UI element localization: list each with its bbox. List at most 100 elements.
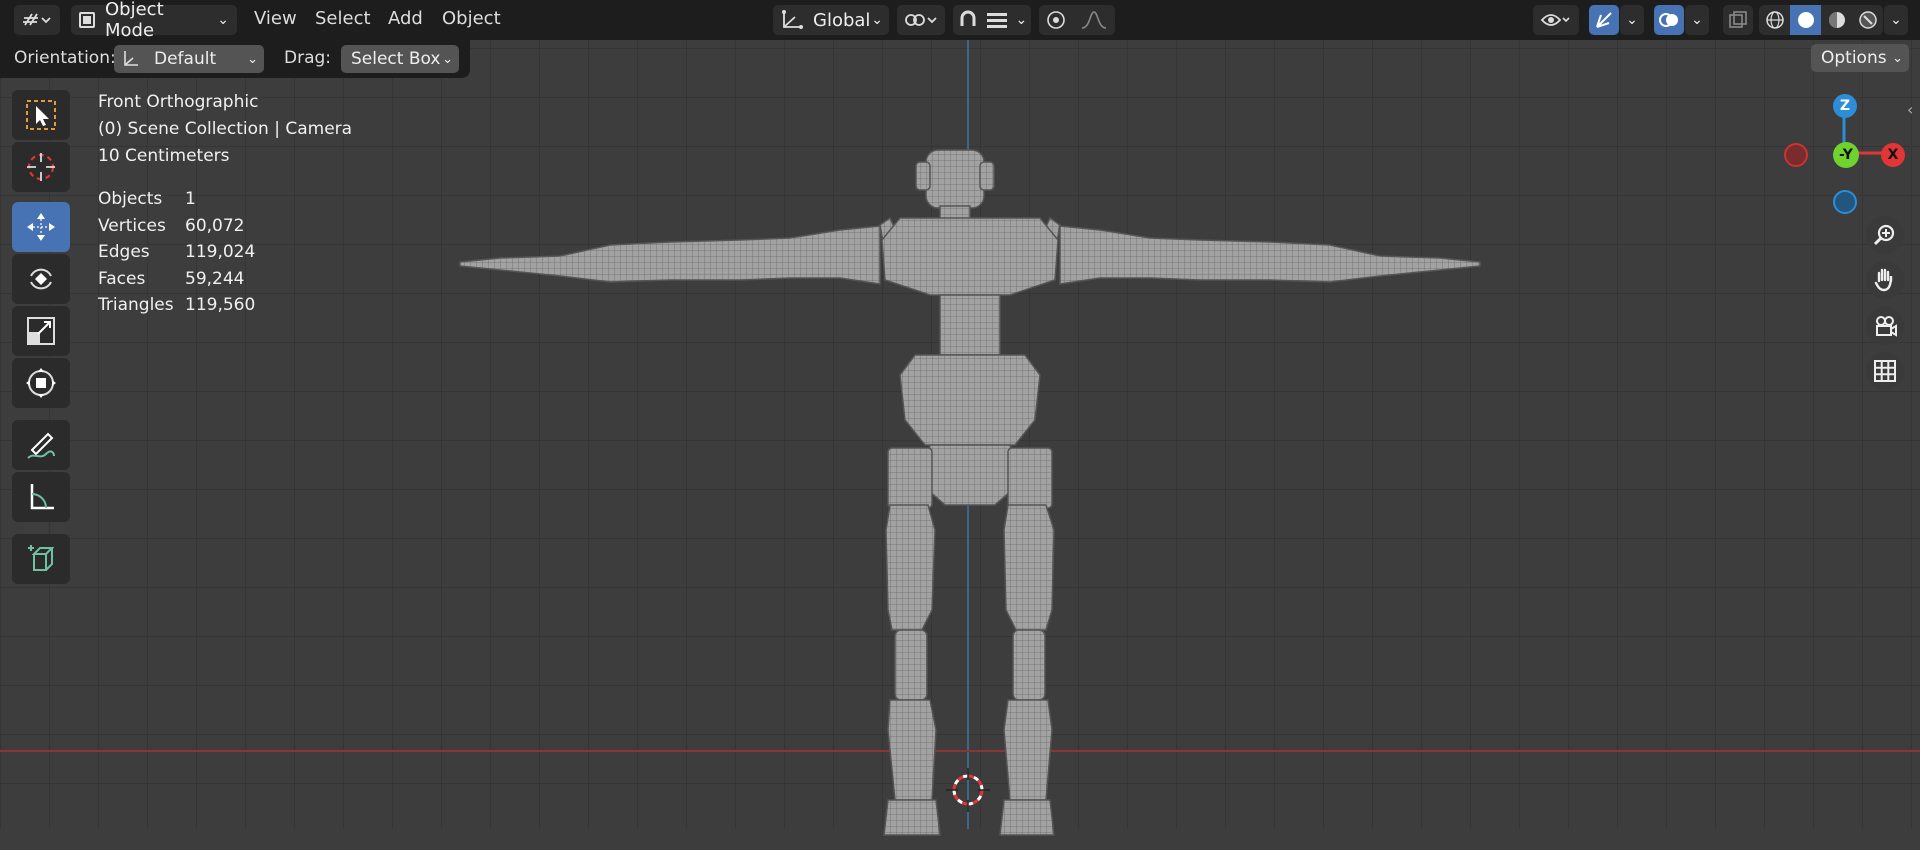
add-cube-icon bbox=[24, 542, 58, 576]
chevron-down-icon: ⌄ bbox=[442, 51, 453, 67]
grid-scale: 10 Centimeters bbox=[98, 146, 230, 166]
chevron-down-icon: ⌄ bbox=[1892, 50, 1903, 66]
tool-rotate[interactable] bbox=[12, 254, 70, 304]
gizmo-icon bbox=[1593, 9, 1615, 31]
wireframe-shading-icon[interactable] bbox=[1759, 10, 1790, 30]
overlays-toggle[interactable] bbox=[1654, 5, 1684, 35]
gizmo-neg-y-axis[interactable]: -Y bbox=[1833, 142, 1859, 168]
object-mode-icon bbox=[79, 12, 95, 28]
pivot-point-dropdown[interactable] bbox=[897, 5, 945, 35]
measure-icon bbox=[24, 480, 58, 514]
solid-shading-icon[interactable] bbox=[1790, 5, 1821, 35]
stat-label: Faces bbox=[98, 269, 146, 289]
snap-dropdown[interactable]: ⌄ bbox=[953, 5, 1031, 35]
sidebar-toggle-icon[interactable]: ‹ bbox=[1907, 100, 1913, 119]
camera-view-button[interactable] bbox=[1866, 307, 1904, 345]
drag-dropdown[interactable]: Select Box ⌄ bbox=[341, 45, 459, 73]
hand-icon bbox=[1872, 267, 1898, 293]
tool-options-bar: Orientation: Default ⌄ Drag: Select Box … bbox=[0, 40, 470, 78]
grid-icon bbox=[1872, 358, 1898, 384]
menu-view[interactable]: View bbox=[254, 8, 297, 29]
zoom-button[interactable] bbox=[1866, 216, 1904, 254]
robot-model[interactable] bbox=[440, 100, 1500, 850]
mode-label: Object Mode bbox=[105, 0, 164, 41]
gizmo-neg-x-axis[interactable] bbox=[1784, 143, 1808, 167]
proportional-dot-icon bbox=[1046, 10, 1066, 30]
rendered-shading-icon[interactable] bbox=[1852, 10, 1883, 30]
falloff-curve-icon bbox=[1080, 10, 1108, 30]
chevron-down-icon: ⌄ bbox=[871, 12, 883, 28]
gizmo-z-axis[interactable]: Z bbox=[1833, 94, 1857, 118]
material-shading-icon[interactable] bbox=[1821, 10, 1852, 30]
tool-cursor[interactable] bbox=[12, 142, 70, 192]
orientation-value: Default bbox=[154, 49, 217, 69]
drag-label: Drag: bbox=[284, 48, 332, 68]
rotate-icon bbox=[24, 262, 58, 296]
magnet-icon bbox=[957, 9, 979, 31]
stat-label: Edges bbox=[98, 242, 150, 262]
scale-icon bbox=[24, 314, 58, 348]
viewport-3d[interactable] bbox=[0, 40, 1920, 836]
menu-add[interactable]: Add bbox=[388, 8, 423, 29]
menu-select[interactable]: Select bbox=[315, 8, 371, 29]
orientation-default-icon bbox=[120, 49, 142, 69]
xray-toggle[interactable] bbox=[1723, 5, 1753, 35]
stat-value: 119,560 bbox=[185, 295, 256, 315]
orientation-dropdown[interactable]: Default ⌄ bbox=[114, 45, 264, 73]
editor-type-icon bbox=[22, 10, 52, 30]
tool-scale[interactable] bbox=[12, 306, 70, 356]
snap-increment-icon bbox=[986, 10, 1008, 30]
gizmo-toggle[interactable] bbox=[1589, 5, 1619, 35]
overlays-icon bbox=[1658, 9, 1680, 31]
editor-type-button[interactable] bbox=[14, 5, 60, 35]
stat-value: 1 bbox=[185, 189, 196, 209]
tool-add-cube[interactable] bbox=[12, 534, 70, 584]
mode-dropdown[interactable]: Object Mode ⌄ bbox=[71, 0, 237, 41]
chevron-down-icon: ⌄ bbox=[1626, 12, 1638, 28]
visibility-dropdown[interactable] bbox=[1533, 5, 1579, 35]
shading-dropdown[interactable]: ⌄ bbox=[1884, 5, 1908, 35]
tool-measure[interactable] bbox=[12, 472, 70, 522]
zoom-icon bbox=[1872, 222, 1898, 248]
move-icon bbox=[24, 210, 58, 244]
tool-transform[interactable] bbox=[12, 358, 70, 408]
chevron-down-icon: ⌄ bbox=[217, 12, 229, 28]
tool-select-box[interactable] bbox=[12, 90, 70, 140]
xray-icon bbox=[1728, 10, 1748, 30]
gizmo-x-axis[interactable]: X bbox=[1881, 143, 1905, 167]
navigation-gizmo[interactable]: Z -Y X bbox=[1780, 90, 1905, 214]
eye-icon bbox=[1540, 10, 1572, 30]
orientation-label: Orientation: bbox=[14, 48, 116, 68]
transform-orientation-dropdown[interactable]: Global ⌄ bbox=[773, 5, 889, 35]
stat-label: Triangles bbox=[98, 295, 174, 315]
chevron-down-icon: ⌄ bbox=[1890, 12, 1902, 28]
collection-info: (0) Scene Collection | Camera bbox=[98, 119, 353, 139]
orientation-axes-icon bbox=[779, 9, 805, 31]
header-bar: Object Mode ⌄ View Select Add Object Glo… bbox=[0, 0, 1920, 41]
cursor-icon bbox=[24, 150, 58, 184]
annotate-icon bbox=[24, 428, 58, 462]
shading-group bbox=[1759, 5, 1883, 35]
camera-icon bbox=[1872, 313, 1898, 339]
chevron-down-icon: ⌄ bbox=[1691, 12, 1703, 28]
options-label: Options bbox=[1821, 48, 1887, 68]
orientation-label: Global bbox=[813, 9, 871, 31]
gizmo-neg-z-axis[interactable] bbox=[1833, 190, 1857, 214]
projection-toggle-button[interactable] bbox=[1866, 352, 1904, 390]
options-button[interactable]: Options ⌄ bbox=[1811, 44, 1909, 72]
pan-button[interactable] bbox=[1866, 261, 1904, 299]
overlays-dropdown[interactable]: ⌄ bbox=[1685, 5, 1709, 35]
tool-move[interactable] bbox=[12, 202, 70, 252]
menu-object[interactable]: Object bbox=[442, 8, 501, 29]
drag-value: Select Box bbox=[351, 49, 441, 69]
stat-label: Objects bbox=[98, 189, 163, 209]
stat-label: Vertices bbox=[98, 216, 166, 236]
proportional-editing-toggle[interactable] bbox=[1039, 5, 1115, 35]
tool-annotate[interactable] bbox=[12, 420, 70, 470]
transform-icon bbox=[24, 366, 58, 400]
stat-value: 119,024 bbox=[185, 242, 256, 262]
chevron-down-icon: ⌄ bbox=[1015, 12, 1028, 28]
gizmo-dropdown[interactable]: ⌄ bbox=[1620, 5, 1644, 35]
chevron-down-icon: ⌄ bbox=[247, 51, 258, 67]
stat-value: 60,072 bbox=[185, 216, 245, 236]
